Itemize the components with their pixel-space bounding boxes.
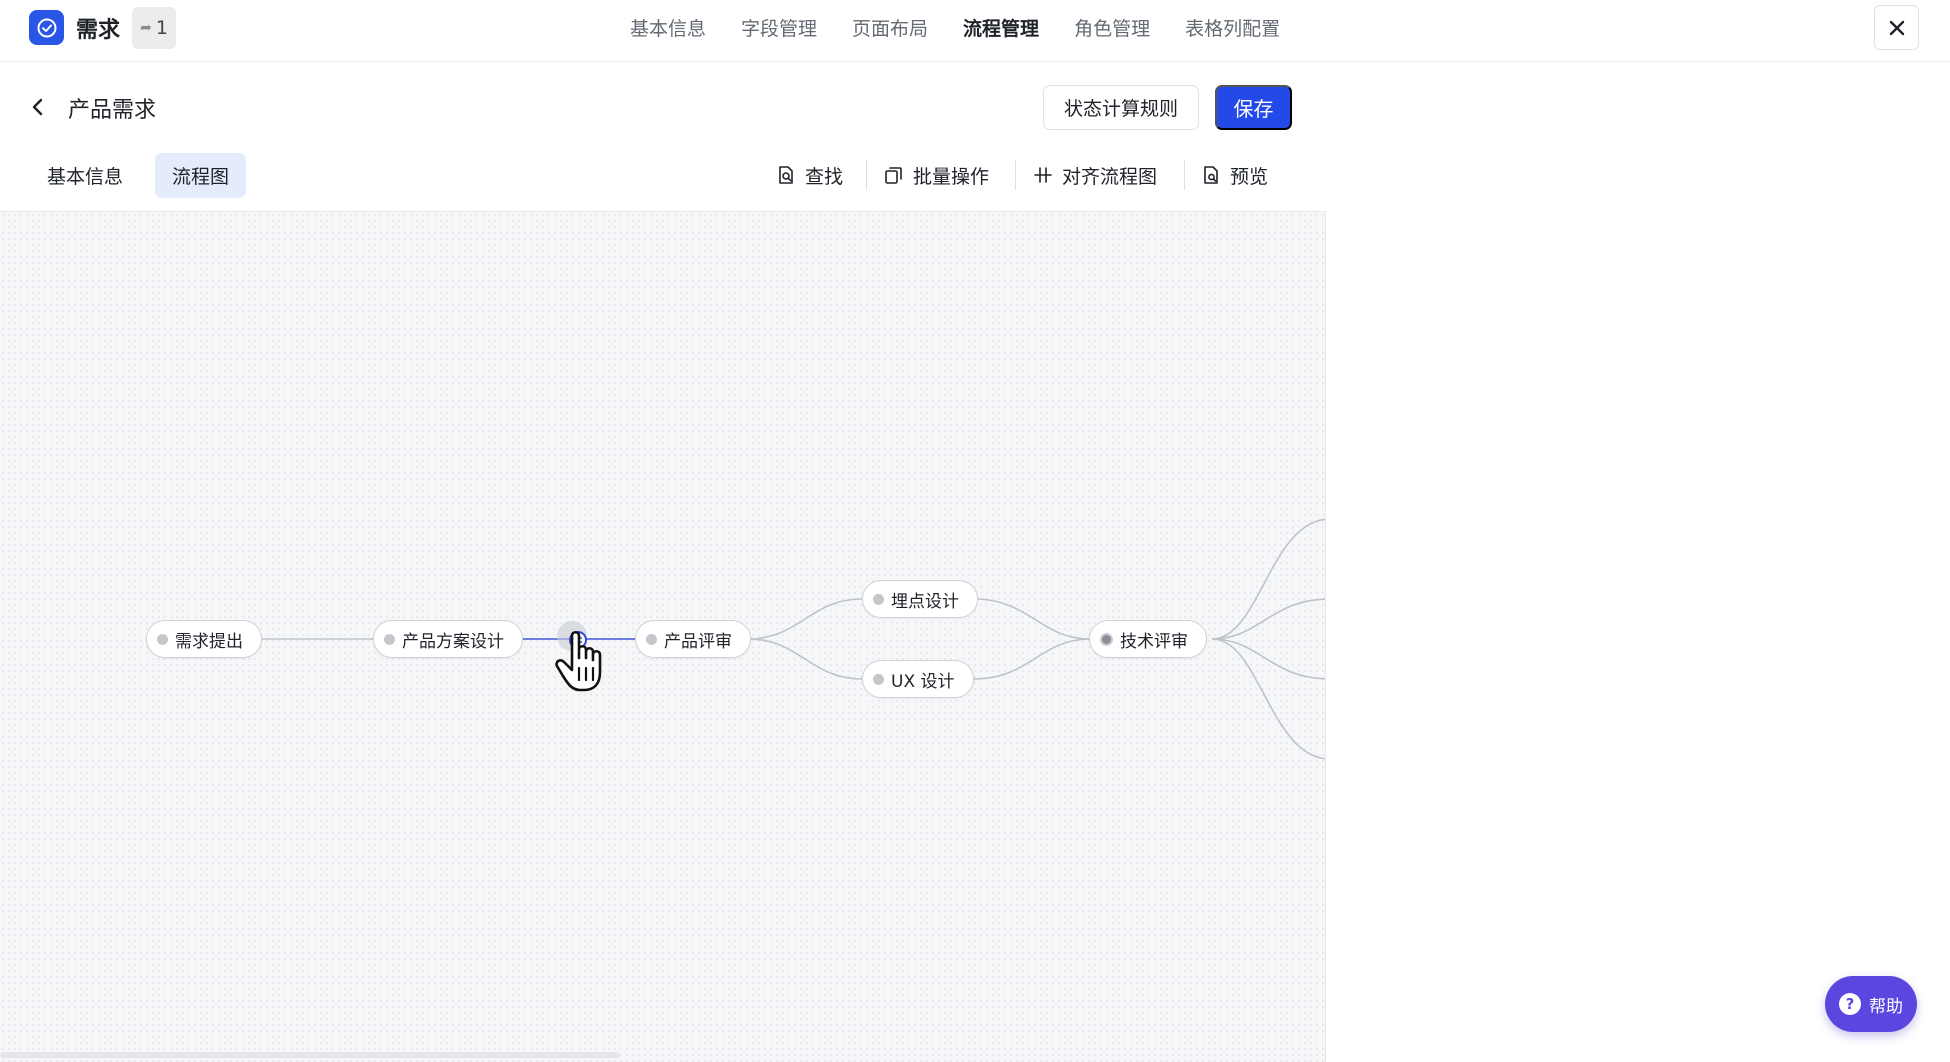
batch-operation-button[interactable]: 批量操作 xyxy=(884,158,989,192)
edge-n6-out-4[interactable] xyxy=(1211,638,1326,760)
flow-node[interactable]: 技术评审 xyxy=(1089,620,1207,658)
close-button[interactable] xyxy=(1874,5,1919,50)
edge-n3-n4[interactable] xyxy=(747,598,863,640)
toolbar-divider xyxy=(1184,160,1185,190)
node-label: UX 设计 xyxy=(891,671,955,692)
node-label: 需求提出 xyxy=(175,631,243,652)
flow-node[interactable]: 产品方案设计 xyxy=(373,620,523,658)
node-label: 埋点设计 xyxy=(891,591,959,612)
node-label: 产品方案设计 xyxy=(402,631,504,652)
flow-node[interactable]: UX 设计 xyxy=(862,660,974,698)
tab-field-management[interactable]: 字段管理 xyxy=(741,14,817,41)
help-icon: ? xyxy=(1839,993,1861,1015)
find-label: 查找 xyxy=(805,165,844,188)
toolbar-divider xyxy=(1015,160,1016,190)
node-status-dot xyxy=(873,673,884,685)
preview-icon xyxy=(1204,166,1218,184)
node-label: 产品评审 xyxy=(664,631,732,652)
edge-n6-out-1[interactable] xyxy=(1211,518,1326,640)
save-button[interactable]: 保存 xyxy=(1215,85,1292,130)
page-title: 产品需求 xyxy=(68,98,157,123)
edge-n3-n5[interactable] xyxy=(747,638,863,680)
help-button[interactable]: ? 帮助 xyxy=(1825,976,1917,1032)
chevron-left-icon xyxy=(32,98,43,116)
share-count: 1 xyxy=(155,17,168,39)
flow-node[interactable]: 埋点设计 xyxy=(862,580,978,618)
share-count-chip[interactable]: ➦ 1 xyxy=(132,7,176,49)
toolbar-divider xyxy=(866,160,867,190)
app-name: 需求 xyxy=(76,18,121,43)
help-label: 帮助 xyxy=(1869,996,1903,1017)
horizontal-scrollbar[interactable] xyxy=(0,1052,620,1058)
tab-table-column-config[interactable]: 表格列配置 xyxy=(1185,14,1280,41)
back-button[interactable] xyxy=(30,92,54,122)
align-flowchart-label: 对齐流程图 xyxy=(1062,165,1158,188)
align-flowchart-button[interactable]: 对齐流程图 xyxy=(1034,158,1157,192)
share-arrow-icon: ➦ xyxy=(140,20,152,36)
flow-node[interactable]: 需求提出 xyxy=(146,620,262,658)
node-label: 技术评审 xyxy=(1120,631,1188,652)
node-status-dot xyxy=(646,633,657,645)
node-status-dot xyxy=(384,633,395,645)
align-icon xyxy=(1034,167,1052,183)
tab-workflow-management[interactable]: 流程管理 xyxy=(963,14,1039,41)
status-rules-button[interactable]: 状态计算规则 xyxy=(1043,85,1199,130)
node-status-dot xyxy=(1100,632,1113,646)
copy-icon xyxy=(885,166,902,184)
edge-n4-n6[interactable] xyxy=(973,598,1091,640)
tab-page-layout[interactable]: 页面布局 xyxy=(852,14,928,41)
batch-operation-label: 批量操作 xyxy=(913,165,990,188)
preview-button[interactable]: 预览 xyxy=(1202,158,1268,192)
node-status-dot xyxy=(873,593,884,605)
subtab-basic-info[interactable]: 基本信息 xyxy=(30,153,140,198)
flow-node[interactable]: 产品评审 xyxy=(635,620,751,658)
flow-canvas[interactable]: 需求提出 产品方案设计 产品评审 埋点设计 UX 设计 技术评审 xyxy=(0,211,1326,1062)
tab-basic-info[interactable]: 基本信息 xyxy=(630,14,706,41)
app-logo-icon[interactable] xyxy=(29,10,64,45)
find-icon xyxy=(779,166,793,184)
subtab-flowchart[interactable]: 流程图 xyxy=(155,153,247,198)
hand-cursor-icon xyxy=(555,630,602,692)
tab-role-management[interactable]: 角色管理 xyxy=(1074,14,1150,41)
find-button[interactable]: 查找 xyxy=(777,158,843,192)
edge-n5-n6[interactable] xyxy=(973,638,1091,680)
main-tabs: 基本信息 字段管理 页面布局 流程管理 角色管理 表格列配置 xyxy=(630,0,1315,54)
top-bar: 需求 ➦ 1 基本信息 字段管理 页面布局 流程管理 角色管理 表格列配置 xyxy=(0,0,1950,62)
preview-label: 预览 xyxy=(1230,165,1269,188)
node-status-dot xyxy=(157,633,168,645)
close-icon xyxy=(1889,20,1904,35)
